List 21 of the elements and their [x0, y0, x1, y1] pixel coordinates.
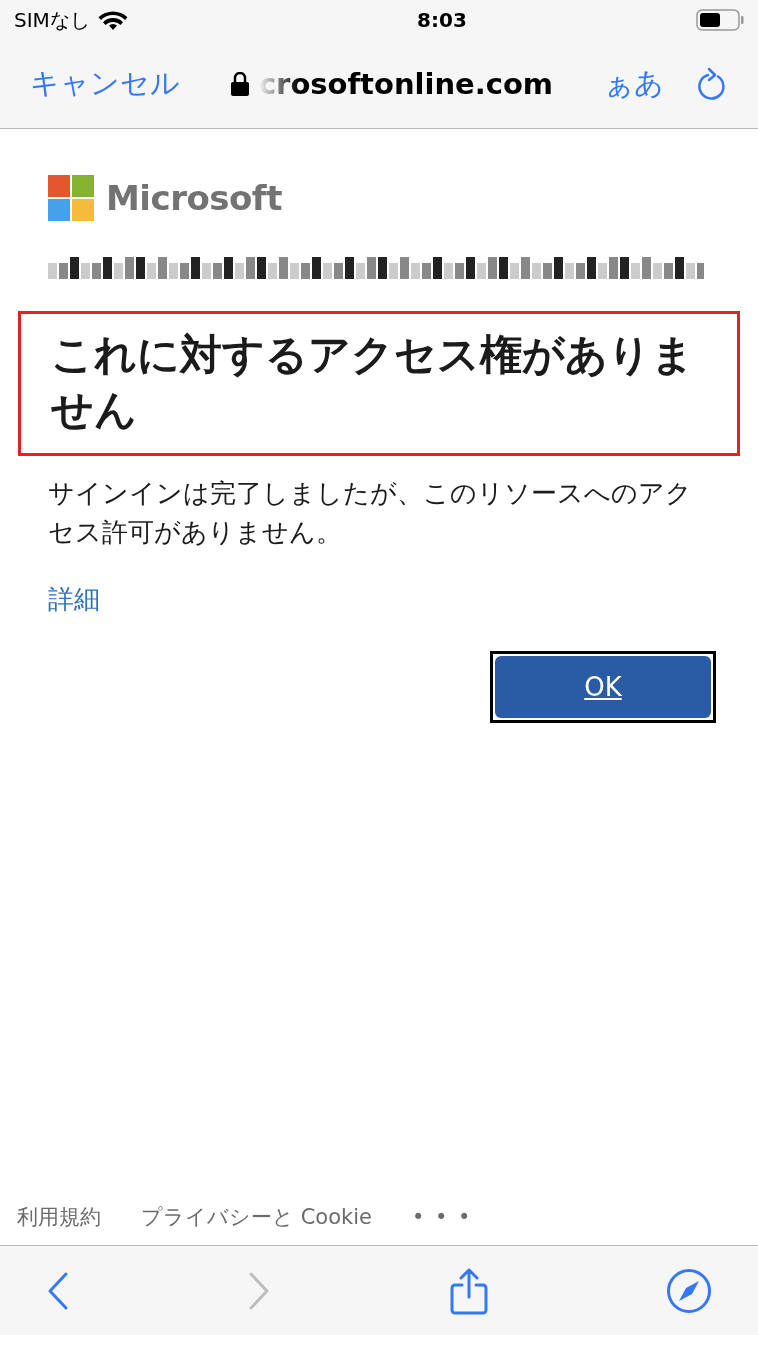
footer-link[interactable]: プライバシーと Cookie	[141, 1203, 372, 1231]
wifi-icon	[97, 9, 128, 31]
back-icon[interactable]	[46, 1270, 70, 1311]
page-heading: これに対するアクセス権がありません	[51, 329, 695, 436]
lock-icon	[230, 72, 249, 96]
brand-name: Microsoft	[106, 178, 282, 218]
ok-button[interactable]: OK	[495, 656, 711, 719]
reload-icon[interactable]	[698, 67, 728, 101]
text-size-button[interactable]: ぁあ	[604, 64, 664, 104]
windows-logo-icon	[48, 175, 94, 221]
share-icon[interactable]	[448, 1266, 489, 1315]
details-link[interactable]: 詳細	[48, 582, 100, 618]
cancel-button[interactable]: キャンセル	[30, 64, 180, 104]
carrier-label: SIMなし	[14, 6, 90, 34]
error-message: サインインは完了しましたが、このリソースへのアクセス許可がありません。	[48, 477, 693, 550]
more-options-button[interactable]: • • •	[411, 1205, 473, 1229]
address-bar-url[interactable]: crosoftonline.com	[258, 67, 554, 101]
clock: 8:03	[417, 8, 467, 32]
compass-icon[interactable]	[666, 1267, 712, 1314]
battery-icon	[696, 9, 744, 31]
footer-link[interactable]: 利用規約	[17, 1203, 101, 1231]
